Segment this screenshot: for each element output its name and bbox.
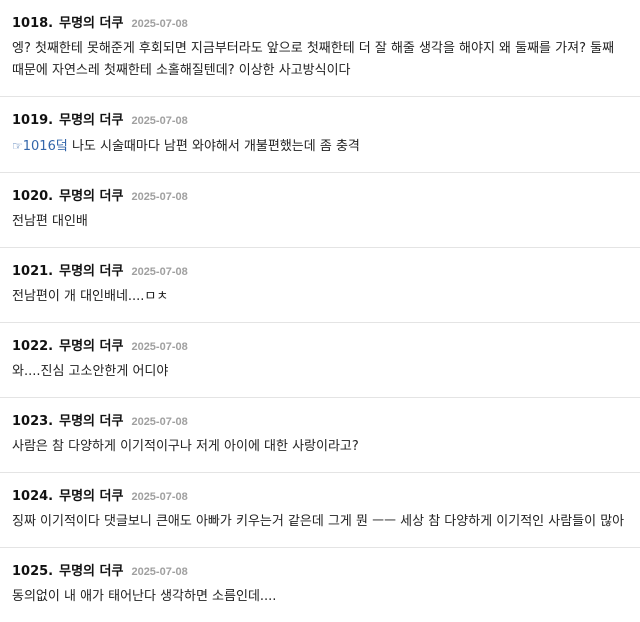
comment-item: 1024. 무명의 더쿠 2025-07-08 징짜 이기적이다 댓글보니 큰애… — [0, 473, 640, 548]
comment-date: 2025-07-08 — [131, 566, 188, 578]
comment-header: 1024. 무명의 더쿠 2025-07-08 — [12, 485, 628, 505]
comment-header: 1022. 무명의 더쿠 2025-07-08 — [12, 335, 628, 355]
comment-number[interactable]: 1023. — [12, 414, 53, 429]
comment-author: 무명의 더쿠 — [59, 189, 124, 204]
comment-header: 1018. 무명의 더쿠 2025-07-08 — [12, 12, 628, 32]
comment-text: 나도 시술때마다 남편 와야해서 개불편했는데 좀 충격 — [67, 139, 360, 154]
comment-header: 1020. 무명의 더쿠 2025-07-08 — [12, 185, 628, 205]
comment-date: 2025-07-08 — [131, 115, 188, 127]
comment-item: 1021. 무명의 더쿠 2025-07-08 전남편이 개 대인배네....ㅁ… — [0, 248, 640, 323]
comment-text-container: ☞1016덬 나도 시술때마다 남편 와야해서 개불편했는데 좀 충격 — [12, 129, 628, 172]
comment-number[interactable]: 1024. — [12, 489, 53, 504]
comment-date: 2025-07-08 — [131, 266, 188, 278]
comment-text: 엥? 첫째한테 못해준게 후회되면 지금부터라도 앞으로 첫째한테 더 잘 해줄… — [12, 41, 615, 78]
comment-number[interactable]: 1025. — [12, 564, 53, 579]
comment-number[interactable]: 1022. — [12, 339, 53, 354]
comment-author: 무명의 더쿠 — [59, 489, 124, 504]
comment-header: 1021. 무명의 더쿠 2025-07-08 — [12, 260, 628, 280]
comment-number[interactable]: 1021. — [12, 264, 53, 279]
comment-text: 와....진심 고소안한게 어디야 — [12, 364, 169, 379]
comment-item: 1023. 무명의 더쿠 2025-07-08 사람은 참 다양하게 이기적이구… — [0, 398, 640, 473]
comment-number[interactable]: 1020. — [12, 189, 53, 204]
comment-author: 무명의 더쿠 — [59, 564, 124, 579]
comment-item: 1022. 무명의 더쿠 2025-07-08 와....진심 고소안한게 어디… — [0, 323, 640, 398]
comment-number[interactable]: 1019. — [12, 113, 53, 128]
pointing-hand-icon: ☞ — [12, 139, 23, 153]
comment-author: 무명의 더쿠 — [59, 113, 124, 128]
comment-author: 무명의 더쿠 — [59, 339, 124, 354]
comment-text: 징짜 이기적이다 댓글보니 큰애도 아빠가 키우는거 같은데 그게 뭔 ㅡㅡ 세… — [12, 514, 625, 529]
comment-text: 사람은 참 다양하게 이기적이구나 저게 아이에 대한 사랑이라고? — [12, 439, 359, 454]
comment-author: 무명의 더쿠 — [59, 414, 124, 429]
comment-author: 무명의 더쿠 — [59, 264, 124, 279]
comment-date: 2025-07-08 — [131, 191, 188, 203]
comment-text: 전남편이 개 대인배네....ㅁㅊ — [12, 289, 169, 304]
comment-date: 2025-07-08 — [131, 416, 188, 428]
comment-header: 1019. 무명의 더쿠 2025-07-08 — [12, 109, 628, 129]
comment-header: 1023. 무명의 더쿠 2025-07-08 — [12, 410, 628, 430]
comment-text: 전남편 대인배 — [12, 214, 88, 229]
comment-item: 1025. 무명의 더쿠 2025-07-08 동의없이 내 애가 태어난다 생… — [0, 548, 640, 622]
comment-item: 1020. 무명의 더쿠 2025-07-08 전남편 대인배 — [0, 173, 640, 248]
comment-list: 1018. 무명의 더쿠 2025-07-08 엥? 첫째한테 못해준게 후회되… — [0, 0, 640, 622]
reply-reference-link[interactable]: 1016덬 — [23, 139, 68, 154]
comment-date: 2025-07-08 — [131, 491, 188, 503]
comment-item: 1018. 무명의 더쿠 2025-07-08 엥? 첫째한테 못해준게 후회되… — [0, 0, 640, 97]
comment-date: 2025-07-08 — [131, 341, 188, 353]
comment-number[interactable]: 1018. — [12, 16, 53, 31]
comment-item: 1019. 무명의 더쿠 2025-07-08 ☞1016덬 나도 시술때마다 … — [0, 97, 640, 173]
comment-date: 2025-07-08 — [131, 18, 188, 30]
comment-text: 동의없이 내 애가 태어난다 생각하면 소름인데.... — [12, 589, 277, 604]
comment-author: 무명의 더쿠 — [59, 16, 124, 31]
comment-header: 1025. 무명의 더쿠 2025-07-08 — [12, 560, 628, 580]
